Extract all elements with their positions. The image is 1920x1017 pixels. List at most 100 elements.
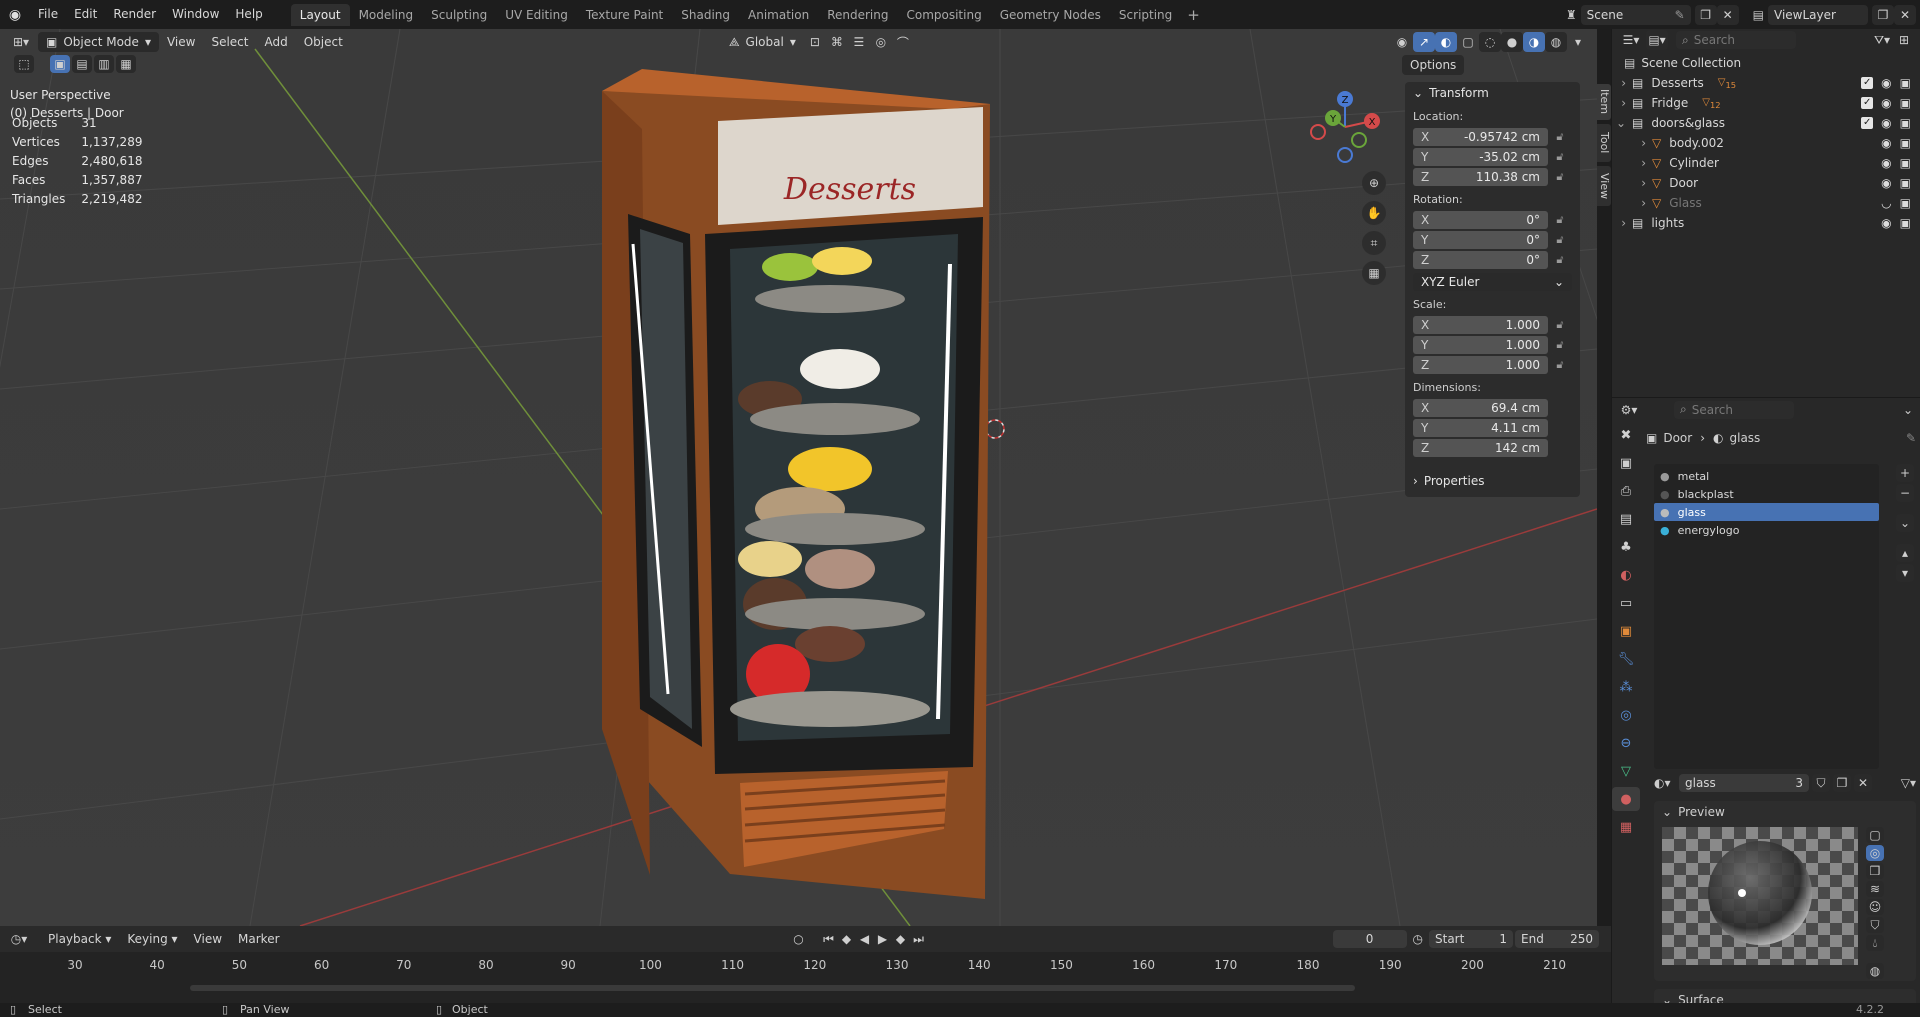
camera-render-icon[interactable]: ▣ [1900,216,1911,230]
unlink-material-icon[interactable]: ✕ [1854,774,1872,792]
blender-logo-icon[interactable]: ◉ [0,7,30,23]
eye-icon[interactable]: ◉ [1881,76,1891,90]
shading-options-icon[interactable]: ▾ [1567,32,1589,52]
chevron-down-icon[interactable]: ⌄ [1903,403,1913,417]
menu-window[interactable]: Window [164,0,227,29]
display-mode-icon[interactable]: ▤▾ [1646,30,1668,50]
snap-icon[interactable]: ⌘ [826,32,848,52]
pan-hand-icon[interactable]: ✋ [1362,201,1386,225]
material-tab-icon[interactable]: ● [1612,787,1640,811]
orientation-selector[interactable]: ⟁ Global ▾ [721,32,804,52]
xray-icon[interactable]: ▢ [1457,32,1479,52]
particles-tab-icon[interactable]: ⁂ [1612,675,1640,699]
material-name-field[interactable]: glass 3 [1679,774,1809,792]
preview-sphere-icon[interactable]: ◎ [1866,845,1884,861]
rotation-mode-select[interactable]: XYZ Euler ⌄ [1413,273,1572,291]
outliner-item[interactable]: ⌄ ▤ doors&glass ✓ ◉ ▣ [1612,113,1920,133]
camera-render-icon[interactable]: ▣ [1900,96,1911,110]
mode-selector[interactable]: ▣ Object Mode ▾ [38,32,159,52]
lock-icon[interactable]: 🔓︎ [1548,338,1572,352]
tab-layout[interactable]: Layout [290,4,350,26]
viewlayer-selector[interactable]: ViewLayer [1768,4,1868,25]
expand-icon[interactable]: › [1612,76,1632,90]
timeline-scrollbar[interactable] [190,985,1355,991]
material-slot-glass[interactable]: ● glass [1654,503,1879,521]
delete-scene-icon[interactable]: ✕ [1716,4,1739,25]
add-slot-icon[interactable]: + [1896,464,1914,482]
rotation-z-field[interactable]: Z 0° [1413,251,1548,269]
falloff-icon[interactable]: ⌒ [892,32,914,52]
material-slot-blackplast[interactable]: ● blackplast [1654,485,1879,503]
tab-sculpting[interactable]: Sculpting [422,4,496,26]
exclude-checkbox[interactable]: ✓ [1861,77,1874,89]
editor-type-icon[interactable]: ⊞▾ [10,32,32,52]
menu-help[interactable]: Help [227,0,270,29]
render-tab-icon[interactable]: ▣ [1612,451,1640,475]
preview-cloth-icon[interactable]: ⛉ [1866,917,1884,933]
outliner-item[interactable]: › ▽ body.002 ◉ ▣ [1612,133,1920,153]
camera-render-icon[interactable]: ▣ [1900,76,1911,90]
menu-object[interactable]: Object [296,32,351,52]
lock-icon[interactable]: 🔓︎ [1548,233,1572,247]
select-extend-icon[interactable]: ▤ [72,55,92,73]
lock-icon[interactable]: 🔓︎ [1548,130,1572,144]
lock-icon[interactable]: 🔓︎ [1548,318,1572,332]
snap-target-icon[interactable]: ☰ [848,32,870,52]
outliner-search[interactable]: ⌕ Search [1676,31,1796,49]
collection-tab-icon[interactable]: ▭ [1612,591,1640,615]
delete-viewlayer-icon[interactable]: ✕ [1894,4,1916,25]
constraints-tab-icon[interactable]: ⊖ [1612,731,1640,755]
tab-rendering[interactable]: Rendering [818,4,897,26]
remove-slot-icon[interactable]: − [1896,484,1914,502]
frame-ruler[interactable]: 30 40 50 60 70 80 90 100 110 120 130 140 150 160 170 18… [0,926,1611,1003]
preview-flat-icon[interactable]: ▢ [1866,827,1884,843]
filter-icon[interactable]: ⛛▾ [1871,30,1893,50]
expand-icon[interactable]: ⌄ [1612,116,1632,130]
rendered-shading-icon[interactable]: ◍ [1545,32,1567,52]
properties-section[interactable]: › Properties [1405,470,1580,492]
tool-tab-icon[interactable]: ✖ [1612,423,1640,447]
expand-icon[interactable]: › [1612,96,1632,110]
eye-icon[interactable]: ◉ [1881,176,1891,190]
scale-z-field[interactable]: Z 1.000 [1413,356,1548,374]
new-viewlayer-icon[interactable]: ❐ [1872,4,1894,25]
camera-render-icon[interactable]: ▣ [1900,156,1911,170]
preview-hair-icon[interactable]: ≋ [1866,881,1884,897]
menu-render[interactable]: Render [105,0,164,29]
preview-cube-icon[interactable]: ❒ [1866,863,1884,879]
eye-icon[interactable]: ◉ [1881,116,1891,130]
select-new-icon[interactable]: ▣ [50,55,70,73]
proportional-edit-icon[interactable]: ◎ [870,32,892,52]
menu-edit[interactable]: Edit [66,0,105,29]
select-subtract-icon[interactable]: ▥ [94,55,114,73]
material-slot-list[interactable]: ● metal ● blackplast ● glass ● energylogo [1654,464,1879,769]
transform-section[interactable]: ⌄ Transform [1405,82,1580,104]
new-scene-icon[interactable]: ❐ [1694,4,1717,25]
move-down-icon[interactable]: ▾ [1896,564,1914,582]
move-up-icon[interactable]: ▴ [1896,544,1914,562]
object-tab-icon[interactable]: ▣ [1612,619,1640,643]
material-slot-energylogo[interactable]: ● energylogo [1654,521,1879,539]
location-z-field[interactable]: Z 110.38 cm [1413,168,1548,186]
navigation-gizmo[interactable]: Z X Y [1305,87,1385,167]
wireframe-shading-icon[interactable]: ◌ [1479,32,1501,52]
overlay-icon[interactable]: ◐ [1435,32,1457,52]
tab-shading[interactable]: Shading [672,4,739,26]
lock-icon[interactable]: 🔓︎ [1548,253,1572,267]
expand-icon[interactable]: › [1612,136,1652,150]
scene-icon[interactable]: ♜ [1562,8,1581,22]
eye-icon[interactable]: ◉ [1881,156,1891,170]
tab-scripting[interactable]: Scripting [1110,4,1181,26]
outliner-editor-icon[interactable]: ☰▾ [1620,30,1642,50]
gizmo-icon[interactable]: ↗ [1413,32,1435,52]
modifier-tab-icon[interactable]: 🔧︎ [1612,647,1640,671]
tab-tool[interactable]: Tool [1597,124,1611,162]
slot-menu-icon[interactable]: ⌄ [1896,514,1914,532]
preview-monkey-icon[interactable]: ☺ [1866,899,1884,915]
fake-user-icon[interactable]: ⛉ [1812,774,1830,792]
camera-render-icon[interactable]: ▣ [1900,196,1911,210]
rotation-y-field[interactable]: Y 0° [1413,231,1548,249]
expand-icon[interactable]: › [1612,216,1632,230]
lock-icon[interactable]: 🔓︎ [1548,150,1572,164]
preview-world-icon[interactable]: ◍ [1866,963,1884,979]
